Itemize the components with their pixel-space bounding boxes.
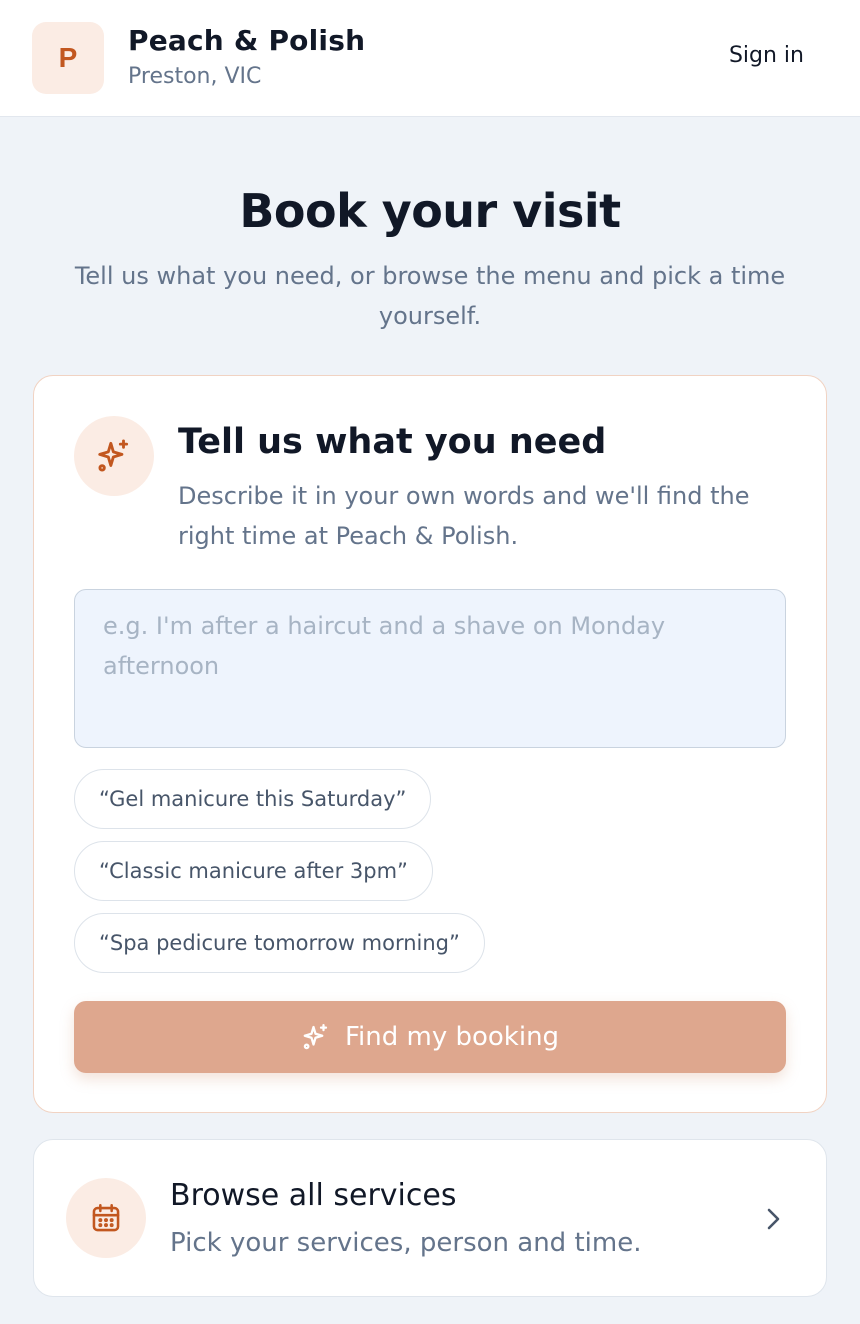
browse-services-description: Pick your services, person and time. — [170, 1228, 642, 1258]
describe-need-card: Tell us what you need Describe it in you… — [33, 375, 827, 1113]
suggestion-chip[interactable]: “Classic manicure after 3pm” — [74, 841, 433, 901]
top-header: P Peach & Polish Preston, VIC Sign in — [0, 0, 860, 117]
page-subtitle: Tell us what you need, or browse the men… — [74, 262, 786, 330]
sparkles-icon — [301, 1022, 331, 1052]
suggestion-chip[interactable]: “Gel manicure this Saturday” — [74, 769, 432, 829]
page-title: Book your visit — [239, 184, 621, 238]
sparkles-icon — [74, 416, 154, 496]
sign-in-link[interactable]: Sign in — [729, 43, 804, 68]
calendar-icon — [66, 1178, 146, 1258]
brand-logo: P — [32, 22, 104, 94]
business-name: Peach & Polish — [128, 24, 366, 57]
browse-services-card[interactable]: Browse all services Pick your services, … — [33, 1139, 827, 1297]
suggestion-chip[interactable]: “Spa pedicure tomorrow morning” — [74, 913, 485, 973]
brand-logo-letter: P — [58, 42, 78, 73]
browse-services-title: Browse all services — [170, 1178, 457, 1213]
describe-need-title: Tell us what you need — [178, 422, 607, 462]
find-my-booking-button[interactable]: Find my booking — [74, 1001, 786, 1073]
request-input[interactable] — [74, 589, 786, 748]
chevron-right-icon — [760, 1204, 786, 1234]
describe-need-description: Describe it in your own words and we'll … — [178, 482, 750, 550]
business-location: Preston, VIC — [128, 64, 262, 89]
find-my-booking-label: Find my booking — [344, 1022, 560, 1052]
